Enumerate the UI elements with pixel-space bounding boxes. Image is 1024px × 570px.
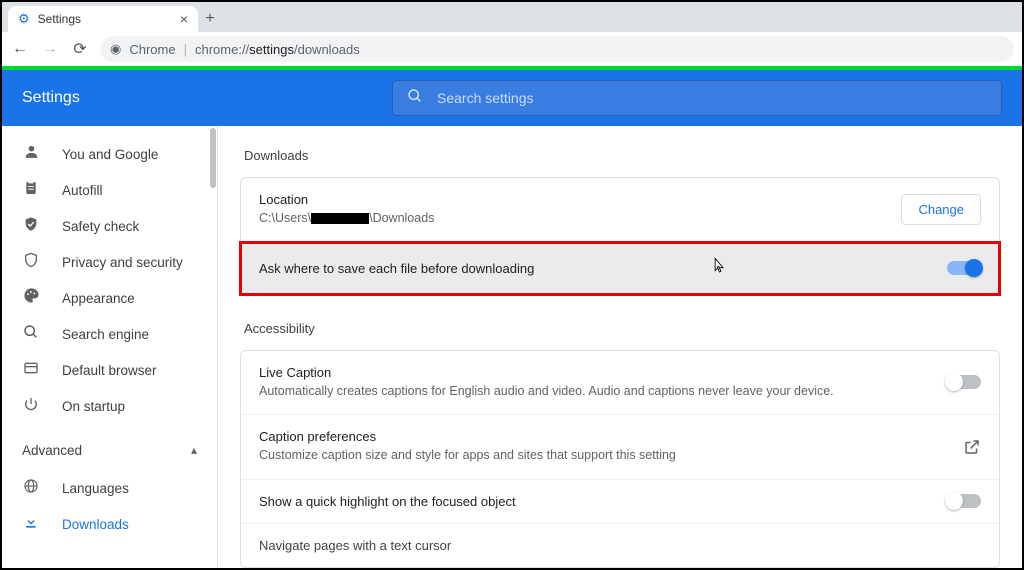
accessibility-card: Live Caption Automatically creates capti… [240,350,1000,568]
sidebar-item-default-browser[interactable]: Default browser [2,352,217,388]
sidebar-item-label: Safety check [62,219,139,234]
main-content: Downloads Location C:\Users\\Downloads C… [218,126,1022,568]
scrollbar-thumb[interactable] [210,128,216,188]
close-icon[interactable]: × [180,11,188,27]
power-icon [22,396,40,417]
sidebar-item-privacy[interactable]: Privacy and security [2,244,217,280]
clipboard-icon [22,180,40,201]
search-icon [407,88,423,108]
live-caption-label: Live Caption [259,365,935,380]
sidebar-section-advanced[interactable]: Advanced ▴ [2,430,217,470]
caption-pref-label: Caption preferences [259,429,951,444]
browser-toolbar: ← → ⟳ ◉ Chrome | chrome://settings/downl… [2,32,1022,66]
sidebar-item-search-engine[interactable]: Search engine [2,316,217,352]
search-input[interactable] [437,90,987,106]
navigate-text-cursor-row: Navigate pages with a text cursor [241,524,999,567]
shield-check-icon [22,216,40,237]
gear-icon: ⚙ [18,11,30,27]
section-label: Advanced [22,443,82,458]
sidebar-item-downloads[interactable]: Downloads [2,506,217,542]
sidebar-item-label: Search engine [62,327,149,342]
sidebar: You and Google Autofill Safety check Pri… [2,126,218,568]
quick-highlight-toggle[interactable] [947,494,981,508]
sidebar-item-label: Autofill [62,183,103,198]
search-icon [22,324,40,345]
sidebar-item-label: On startup [62,399,125,414]
ask-where-row[interactable]: Ask where to save each file before downl… [241,243,999,294]
ask-where-label: Ask where to save each file before downl… [259,261,935,276]
sidebar-item-label: You and Google [62,147,158,162]
sidebar-item-autofill[interactable]: Autofill [2,172,217,208]
sidebar-item-languages[interactable]: Languages [2,470,217,506]
ask-where-toggle[interactable] [947,261,981,275]
sidebar-item-label: Privacy and security [62,255,183,270]
page-title: Settings [22,89,372,107]
quick-highlight-label: Show a quick highlight on the focused ob… [259,494,935,509]
browser-icon [22,360,40,381]
location-label: Location [259,192,889,207]
browser-chrome: ⚙ Settings × + ← → ⟳ ◉ Chrome | chrome:/… [2,2,1022,66]
chrome-icon: ◉ [110,41,121,57]
person-icon [22,143,40,165]
chevron-up-icon: ▴ [191,443,197,457]
external-link-icon [963,438,981,456]
address-bar[interactable]: ◉ Chrome | chrome://settings/downloads [100,36,1014,62]
caption-pref-sub: Customize caption size and style for app… [259,447,951,465]
new-tab-button[interactable]: + [198,10,222,32]
live-caption-row: Live Caption Automatically creates capti… [241,351,999,416]
reload-button[interactable]: ⟳ [70,39,90,59]
tab-title: Settings [38,12,81,26]
nav-text-cursor-label: Navigate pages with a text cursor [259,538,981,553]
change-button[interactable]: Change [901,194,981,225]
palette-icon [22,287,40,309]
address-separator: | [184,42,187,57]
location-row: Location C:\Users\\Downloads Change [241,178,999,243]
sidebar-item-you-and-google[interactable]: You and Google [2,136,217,172]
live-caption-toggle[interactable] [947,375,981,389]
globe-icon [22,478,40,499]
redacted-text [311,213,369,224]
sidebar-item-label: Downloads [62,517,129,532]
caption-preferences-row[interactable]: Caption preferences Customize caption si… [241,415,999,480]
downloads-card: Location C:\Users\\Downloads Change Ask … [240,177,1000,295]
browser-tab[interactable]: ⚙ Settings × [8,6,198,32]
section-title-accessibility: Accessibility [244,321,1000,336]
sidebar-item-label: Appearance [62,291,135,306]
tab-strip: ⚙ Settings × + [2,2,1022,32]
section-title-downloads: Downloads [244,148,1000,163]
search-settings[interactable] [392,80,1002,116]
quick-highlight-row: Show a quick highlight on the focused ob… [241,480,999,524]
sidebar-item-label: Default browser [62,363,157,378]
address-path: chrome://settings/downloads [195,42,360,57]
sidebar-item-appearance[interactable]: Appearance [2,280,217,316]
sidebar-item-safety-check[interactable]: Safety check [2,208,217,244]
sidebar-item-on-startup[interactable]: On startup [2,388,217,424]
address-prefix: Chrome [129,42,175,57]
download-icon [22,514,40,535]
app-header: Settings [2,70,1022,126]
live-caption-sub: Automatically creates captions for Engli… [259,383,935,401]
shield-icon [22,252,40,273]
back-button[interactable]: ← [10,40,30,58]
location-path: C:\Users\\Downloads [259,210,889,228]
forward-button[interactable]: → [40,40,60,58]
sidebar-item-label: Languages [62,481,129,496]
